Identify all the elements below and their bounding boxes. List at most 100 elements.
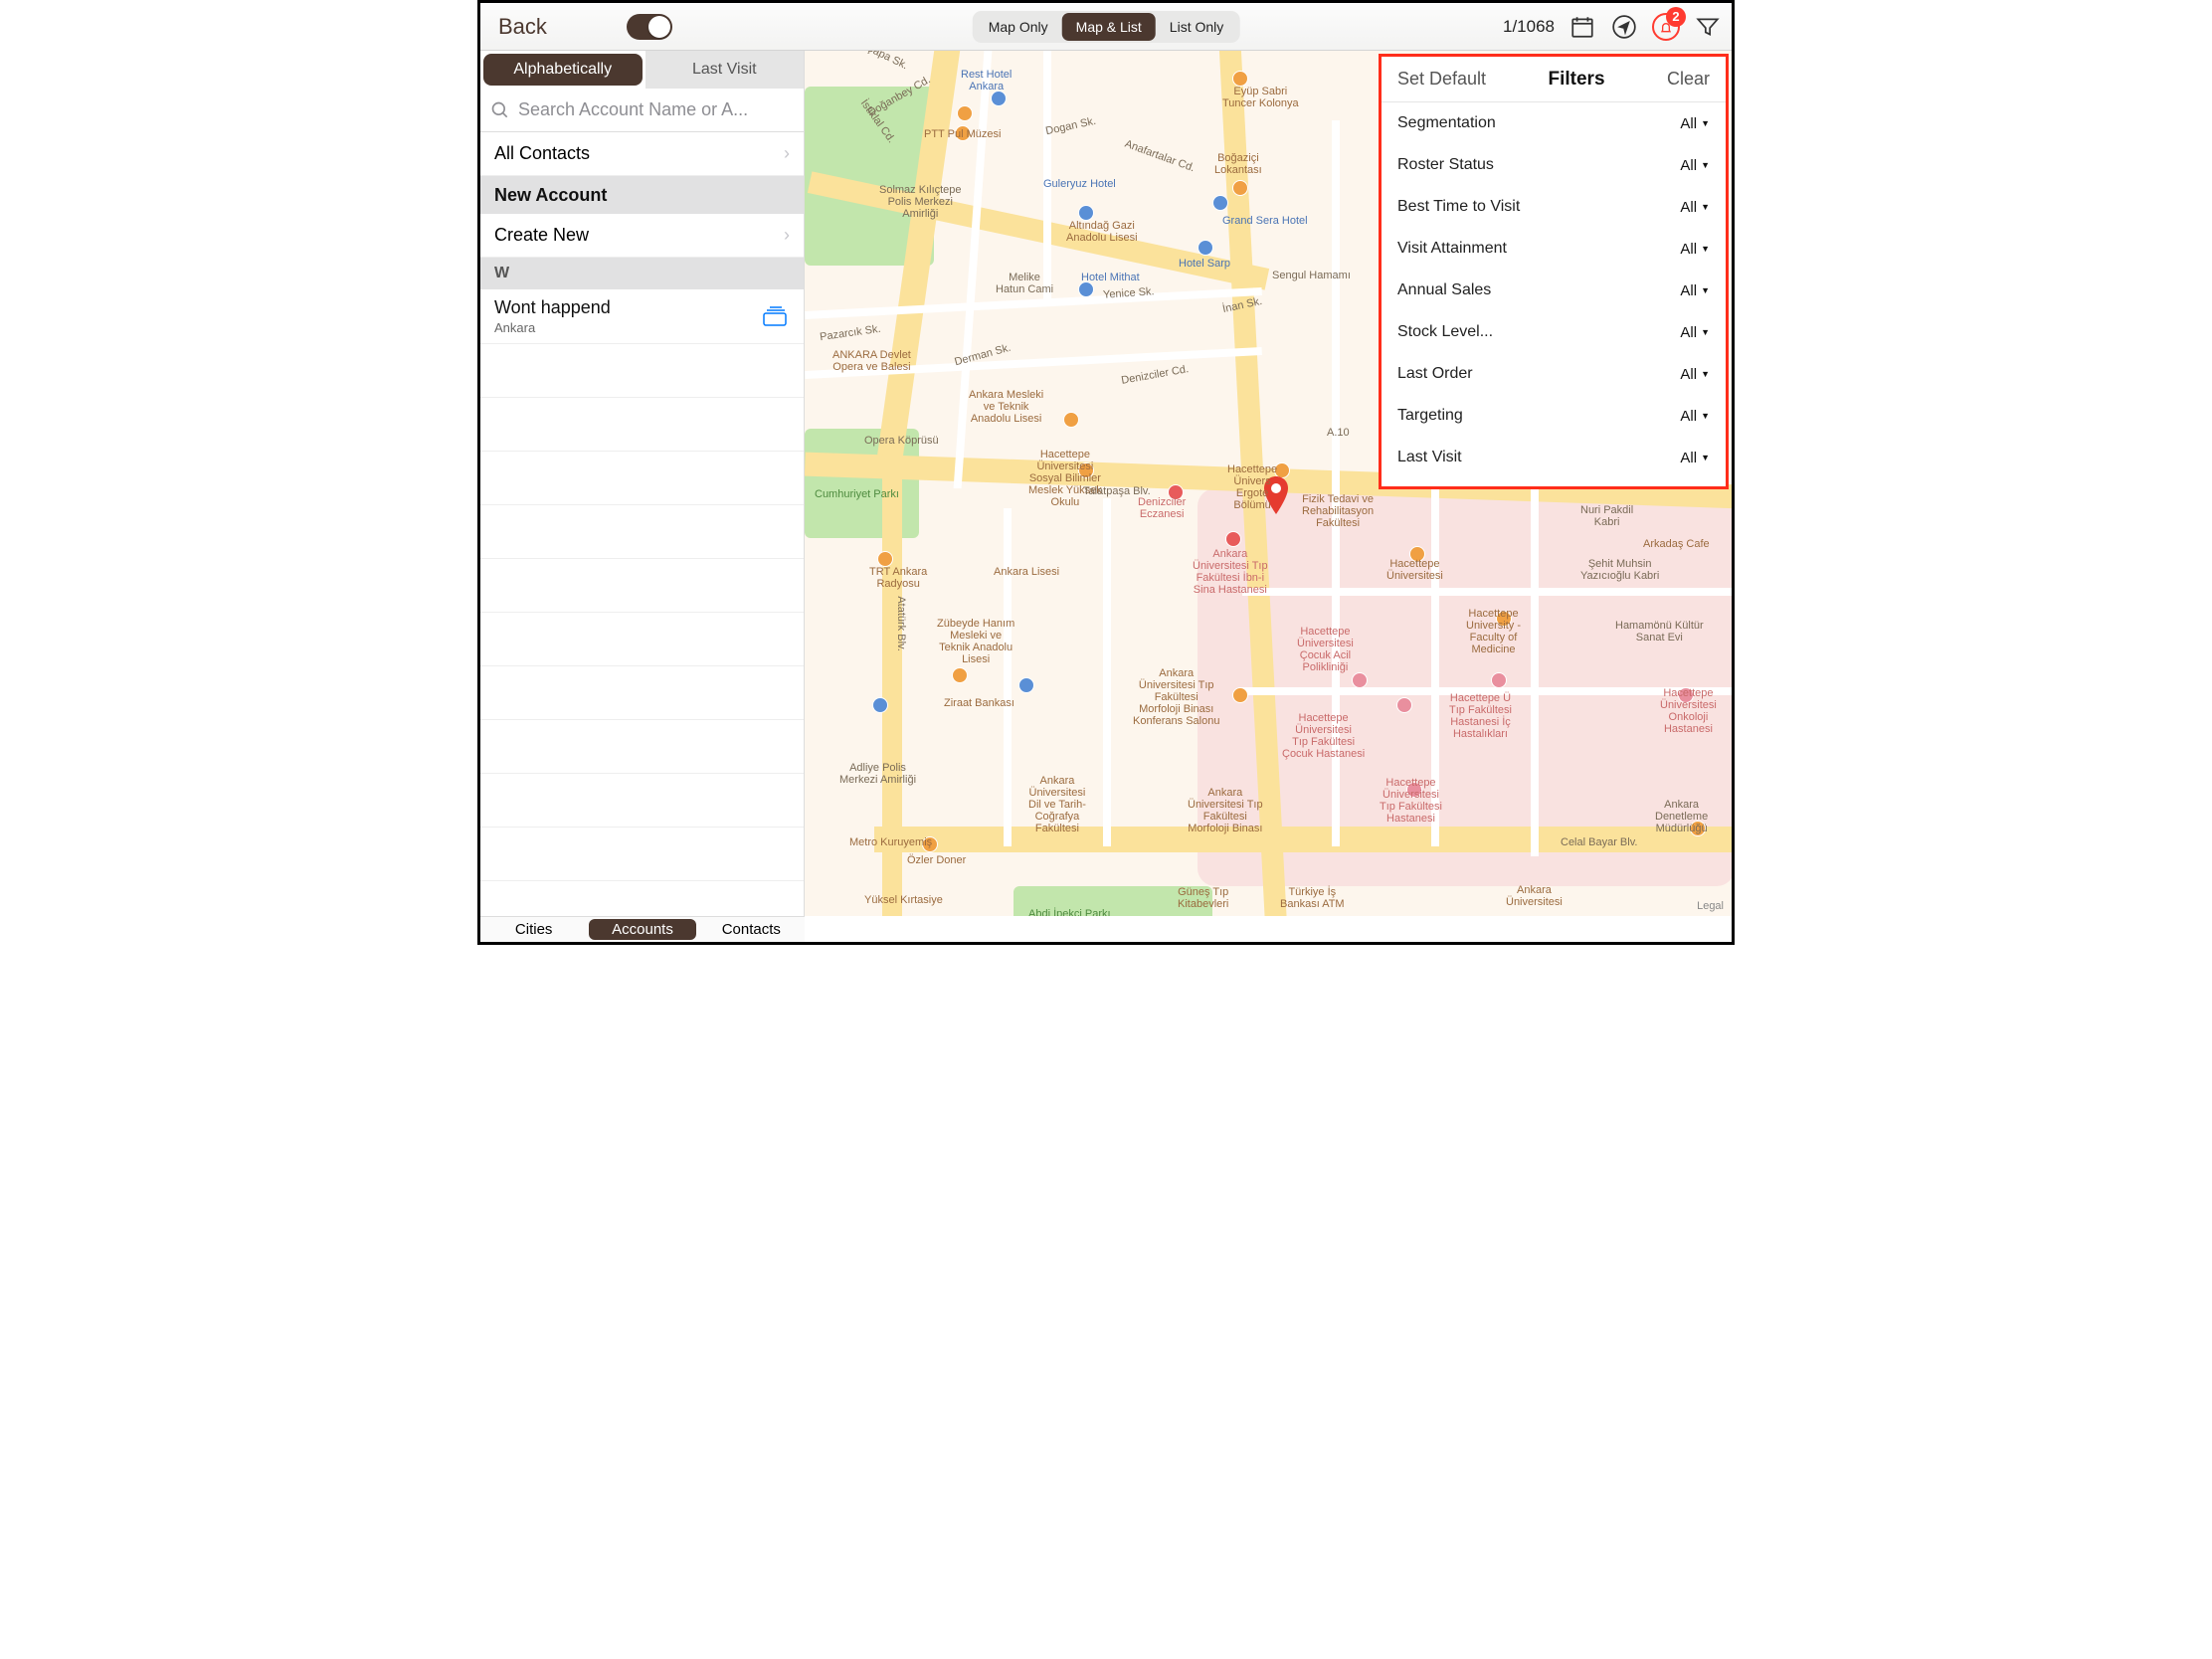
empty-list-area	[480, 344, 804, 916]
map-label: Nuri PakdilKabri	[1580, 504, 1633, 528]
map-label: TRT AnkaraRadyosu	[869, 566, 927, 590]
map-label: HacettepeÜniversitesiSosyal BilimlerMesl…	[1028, 449, 1102, 508]
calendar-icon[interactable]	[1568, 13, 1596, 41]
view-mode-segmented[interactable]: Map Only Map & List List Only	[973, 11, 1240, 43]
seg-map-only[interactable]: Map Only	[975, 13, 1062, 41]
map-label: Ankara Meslekive TeknikAnadolu Lisesi	[969, 389, 1043, 425]
record-counter: 1/1068	[1503, 17, 1555, 37]
map-label: Adliye PolisMerkezi Amirliği	[839, 762, 916, 786]
map-label: BoğaziçiLokantası	[1214, 152, 1262, 176]
location-arrow-icon[interactable]	[1610, 13, 1638, 41]
map-label: Çapa Sk.	[864, 51, 910, 72]
map-canvas[interactable]: Rest HotelAnkara PTT Pul Müzesi Eyüp Sab…	[805, 51, 1732, 916]
account-city: Ankara	[494, 320, 611, 335]
tab-last-visit[interactable]: Last Visit	[645, 51, 805, 89]
map-label: Atatürk Blv.	[895, 596, 907, 650]
map-label: AnkaraDenetlemeMüdürlüğü	[1655, 799, 1708, 834]
tab-accounts[interactable]: Accounts	[589, 919, 695, 940]
filter-row-stock-level-[interactable]: Stock Level... All▼	[1382, 311, 1726, 353]
filter-row-segmentation[interactable]: Segmentation All▼	[1382, 102, 1726, 144]
map-label: Arkadaş Cafe	[1643, 538, 1710, 550]
filter-row-annual-sales[interactable]: Annual SalesAll▼	[1382, 270, 1726, 311]
map-label: Türkiye İşBankası ATM	[1280, 886, 1345, 910]
map-label: HacettepeÜniversitesiTıp FakültesiÇocuk …	[1282, 712, 1365, 760]
filter-label: Best Time to Visit	[1397, 198, 1520, 216]
section-new-account: New Account	[480, 176, 804, 214]
filter-value: All▼	[1680, 324, 1710, 341]
filters-panel: Set Default Filters Clear SegmentationAl…	[1379, 54, 1729, 489]
sidebar-sort-tabs: Alphabetically Last Visit	[480, 51, 804, 89]
filter-label: Segmentation	[1397, 114, 1496, 132]
chevron-right-icon: ›	[784, 225, 790, 246]
filter-value: All▼	[1680, 157, 1710, 174]
create-new-row[interactable]: Create New ›	[480, 214, 804, 258]
filter-value: All▼	[1680, 199, 1710, 216]
filter-label: Last Order	[1397, 365, 1473, 383]
filter-value: All▼	[1680, 450, 1710, 466]
chevron-down-icon: ▼	[1701, 453, 1710, 462]
map-label: Grand Sera Hotel	[1222, 215, 1308, 227]
map-label: Hotel Sarp	[1179, 258, 1230, 270]
map-label: Anafartalar Cd.	[1123, 138, 1197, 175]
set-default-button[interactable]: Set Default	[1397, 69, 1486, 90]
map-label: Hacettepe ÜTıp FakültesiHastanesi İçHast…	[1449, 692, 1512, 740]
chevron-down-icon: ▼	[1701, 327, 1710, 337]
map-label: Cumhuriyet Parkı	[815, 488, 899, 500]
map-label: Pazarcık Sk.	[819, 323, 881, 344]
filter-row-last-order[interactable]: Last OrderAll▼	[1382, 353, 1726, 395]
sidebar: Alphabetically Last Visit Search Account…	[480, 51, 805, 916]
map-label: Zübeyde HanımMesleki veTeknik AnadoluLis…	[937, 618, 1014, 665]
map-label: AnkaraÜniversitesi TıpFakültesi İbn-iSin…	[1193, 548, 1268, 596]
account-row[interactable]: Wont happend Ankara	[480, 289, 804, 344]
map-label: Metro Kuruyemiş	[849, 836, 932, 848]
chevron-down-icon: ▼	[1701, 244, 1710, 254]
filter-row-targeting[interactable]: TargetingAll▼	[1382, 395, 1726, 437]
map-label: HacettepeÜniversErgoteBölümü	[1227, 463, 1277, 511]
map-label: Celal Bayar Blv.	[1561, 836, 1637, 848]
bottom-tab-bar: Cities Accounts Contacts	[480, 916, 805, 942]
map-label: DenizcilerEczanesi	[1138, 496, 1186, 520]
filter-label: Last Visit	[1397, 449, 1462, 466]
map-label: PTT Pul Müzesi	[924, 128, 1001, 140]
map-label: Ziraat Bankası	[944, 697, 1014, 709]
chevron-down-icon: ▼	[1701, 118, 1710, 128]
all-contacts-label: All Contacts	[494, 143, 590, 164]
search-input[interactable]: Search Account Name or A...	[480, 89, 804, 132]
account-name: Wont happend	[494, 297, 611, 318]
map-label: AnkaraÜniversitesi TıpFakültesiMorfoloji…	[1188, 787, 1263, 834]
clear-filters-button[interactable]: Clear	[1667, 69, 1710, 90]
notifications-badge[interactable]: 2	[1652, 13, 1680, 41]
map-label: Eyüp SabriTuncer Kolonya	[1222, 86, 1299, 109]
seg-map-list[interactable]: Map & List	[1062, 13, 1156, 41]
cards-stack-icon[interactable]	[762, 305, 790, 327]
tab-cities[interactable]: Cities	[480, 917, 587, 942]
filter-row-roster-status[interactable]: Roster StatusAll▼	[1382, 144, 1726, 186]
filter-value: All▼	[1680, 115, 1710, 132]
map-label: AnkaraÜniversitesi TıpFakültesiMorfoloji…	[1133, 667, 1219, 727]
filter-value: All▼	[1680, 241, 1710, 258]
filter-label: Stock Level...	[1397, 323, 1493, 341]
tab-alphabetically[interactable]: Alphabetically	[483, 54, 643, 86]
toggle-switch[interactable]	[627, 14, 672, 40]
filter-row-best-time-to-visit[interactable]: Best Time to Visit All▼	[1382, 186, 1726, 228]
filter-funnel-icon[interactable]	[1694, 13, 1722, 41]
filter-label: Visit Attainment	[1397, 240, 1507, 258]
map-label: HacettepeÜniversitesiTıp FakültesiHastan…	[1380, 777, 1442, 825]
back-button[interactable]: Back	[488, 10, 557, 44]
map-label: Dogan Sk.	[1044, 115, 1097, 138]
map-label: Güneş TıpKitabevleri	[1178, 886, 1228, 910]
chevron-down-icon: ▼	[1701, 369, 1710, 379]
filter-row-last-visit[interactable]: Last Visit All▼	[1382, 437, 1726, 478]
search-placeholder: Search Account Name or A...	[518, 99, 748, 120]
map-label: Denizciler Cd.	[1120, 363, 1190, 387]
map-label: AnkaraÜniversitesi	[1506, 884, 1563, 908]
map-label: HacettepeUniversity -Faculty ofMedicine	[1466, 608, 1521, 655]
filter-row-visit-attainment[interactable]: Visit Attainment All▼	[1382, 228, 1726, 270]
map-label: Fizik Tedavi veRehabilitasyonFakültesi	[1302, 493, 1374, 529]
all-contacts-row[interactable]: All Contacts ›	[480, 132, 804, 176]
seg-list-only[interactable]: List Only	[1156, 13, 1237, 41]
map-label: A.10	[1327, 427, 1350, 439]
map-label: Ankara Lisesi	[994, 566, 1059, 578]
map-legal-link[interactable]: Legal	[1697, 900, 1724, 912]
tab-contacts[interactable]: Contacts	[698, 917, 805, 942]
